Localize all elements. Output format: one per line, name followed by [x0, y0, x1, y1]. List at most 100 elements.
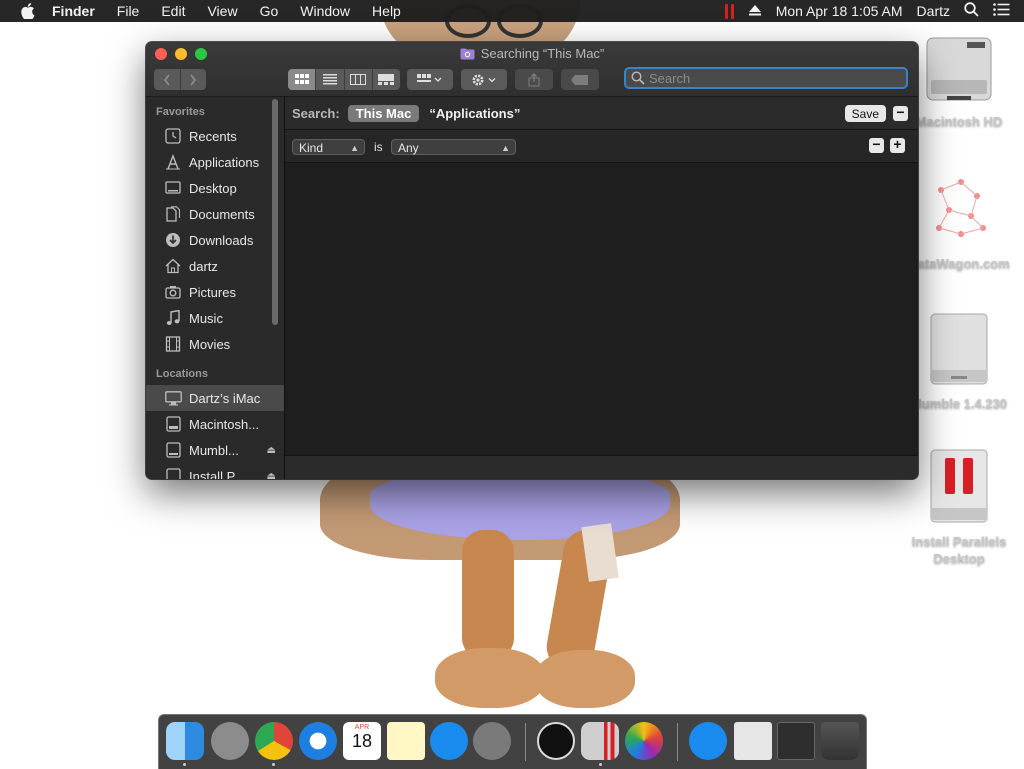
search-input[interactable]	[645, 70, 873, 86]
scope-applications-button[interactable]: “Applications”	[429, 106, 520, 121]
tags-button[interactable]	[561, 69, 599, 90]
menu-file[interactable]: File	[117, 3, 140, 19]
notification-center-icon[interactable]	[993, 3, 1010, 19]
sidebar-item-music[interactable]: Music	[146, 305, 284, 331]
search-scope-label: Search:	[292, 105, 340, 121]
action-menu-button[interactable]	[461, 69, 507, 90]
sidebar-item-label: Music	[189, 310, 223, 326]
disk-icon	[164, 467, 182, 479]
sidebar-item-label: Pictures	[189, 284, 236, 300]
desktop-icon-macintosh-hd[interactable]: Macintosh HD	[904, 32, 1014, 130]
menu-help[interactable]: Help	[372, 3, 401, 19]
sidebar-item-label: Install P...	[189, 468, 245, 480]
view-mode-control	[288, 69, 400, 90]
sidebar-item-desktop[interactable]: Desktop	[146, 175, 284, 201]
sidebar-item-documents[interactable]: Documents	[146, 201, 284, 227]
columns-icon	[350, 74, 367, 85]
save-search-button[interactable]: Save	[844, 105, 886, 122]
chevron-updown-icon: ▲︎	[501, 143, 510, 153]
list-view-button[interactable]	[316, 69, 345, 90]
eject-icon[interactable]: ⏏	[267, 471, 276, 480]
sidebar-item-label: Macintosh...	[189, 416, 260, 432]
search-field[interactable]	[624, 67, 908, 89]
sidebar-item-applications[interactable]: Applications	[146, 149, 284, 175]
scope-this-mac-button[interactable]: This Mac	[347, 104, 420, 122]
share-icon	[528, 72, 540, 86]
sidebar-item-dartz[interactable]: dartz	[146, 253, 284, 279]
sidebar-item-mumble[interactable]: Mumbl... ⏏	[146, 437, 284, 463]
desktop-icon-install-parallels[interactable]: Install Parallels Desktop	[904, 448, 1014, 567]
dock-chrome-icon[interactable]	[255, 722, 293, 760]
documents-icon	[164, 205, 182, 223]
eject-menu-icon[interactable]	[748, 3, 762, 19]
disk-image-icon	[930, 313, 988, 385]
dock-trash-icon[interactable]	[821, 722, 859, 760]
back-button[interactable]	[154, 69, 181, 90]
menu-finder[interactable]: Finder	[52, 3, 95, 19]
remove-search-button[interactable]: −	[893, 105, 908, 121]
apple-menu-icon[interactable]	[20, 3, 36, 19]
dock-finder-icon[interactable]	[166, 722, 204, 760]
remove-criterion-button[interactable]: −	[869, 137, 884, 153]
criteria-value-popup[interactable]: Any ▲︎	[391, 139, 516, 155]
desktop-icon-datawagon[interactable]: DataWagon.com	[904, 170, 1014, 272]
menu-edit[interactable]: Edit	[161, 3, 185, 19]
dock-parallels-icon[interactable]	[581, 722, 619, 760]
menu-clock[interactable]: Mon Apr 18 1:05 AM	[776, 3, 903, 19]
menu-view[interactable]: View	[207, 3, 237, 19]
spotlight-search-icon[interactable]	[964, 2, 979, 20]
clock-icon	[164, 127, 182, 145]
dock-photos-icon[interactable]	[625, 722, 663, 760]
film-icon	[164, 335, 182, 353]
finder-window: Searching “This Mac” Search Favorites Re…	[146, 42, 918, 479]
add-criterion-button[interactable]: +	[890, 137, 905, 153]
dock-calendar-icon[interactable]: APR 18	[343, 722, 381, 760]
icon-view-button[interactable]	[288, 69, 317, 90]
sidebar-item-label: Movies	[189, 336, 231, 352]
dock-launchpad-icon[interactable]	[211, 722, 249, 760]
downloads-icon	[164, 231, 182, 249]
sidebar-item-label: Dartz’s iMac	[189, 390, 261, 406]
eject-icon[interactable]: ⏏	[267, 445, 276, 456]
dock-mumble-icon[interactable]	[537, 722, 575, 760]
sidebar-item-pictures[interactable]: Pictures	[146, 279, 284, 305]
share-button[interactable]	[515, 69, 553, 90]
dock-applications-folder-icon[interactable]	[689, 722, 727, 760]
menu-go[interactable]: Go	[260, 3, 279, 19]
desktop-icon	[164, 179, 182, 197]
parallels-menu-icon[interactable]	[724, 3, 734, 19]
dock-downloads-icon[interactable]	[777, 722, 815, 760]
menu-user[interactable]: Dartz	[917, 3, 950, 19]
dock-notes-icon[interactable]	[387, 722, 425, 760]
sidebar: Favorites Recents Applications Desktop D…	[146, 97, 285, 479]
sidebar-item-movies[interactable]: Movies	[146, 331, 284, 357]
wallpaper-figure-foot	[535, 650, 635, 708]
dock-system-preferences-icon[interactable]	[473, 722, 511, 760]
dock-documents-icon[interactable]	[734, 722, 772, 760]
sidebar-scrollbar[interactable]	[272, 99, 278, 325]
dock-running-indicator	[599, 763, 602, 766]
sidebar-item-recents[interactable]: Recents	[146, 123, 284, 149]
criteria-attribute-popup[interactable]: Kind ▲︎	[292, 139, 365, 155]
dock-app-store-icon[interactable]	[430, 722, 468, 760]
group-by-button[interactable]	[407, 69, 453, 90]
sidebar-item-dartzs-imac[interactable]: Dartz’s iMac	[146, 385, 284, 411]
list-icon	[322, 74, 337, 85]
criteria-attribute-value: Kind	[299, 141, 324, 155]
criteria-operator-label: is	[374, 140, 383, 154]
gallery-view-button[interactable]	[372, 69, 400, 90]
forward-button[interactable]	[180, 69, 206, 90]
column-view-button[interactable]	[344, 69, 373, 90]
dock-safari-icon[interactable]	[299, 722, 337, 760]
menu-window[interactable]: Window	[300, 3, 350, 19]
sidebar-item-macintosh-hd[interactable]: Macintosh...	[146, 411, 284, 437]
music-note-icon	[164, 309, 182, 327]
desktop-icon-label: Mumble 1.4.230	[910, 396, 1008, 411]
desktop-icon-mumble[interactable]: Mumble 1.4.230	[904, 310, 1014, 412]
sidebar-item-downloads[interactable]: Downloads	[146, 227, 284, 253]
dock-separator	[677, 723, 678, 761]
sidebar-item-install-parallels[interactable]: Install P... ⏏	[146, 463, 284, 479]
calendar-month: APR	[354, 724, 370, 731]
wallpaper-figure-foot	[435, 648, 545, 708]
sidebar-item-label: Downloads	[189, 232, 254, 248]
